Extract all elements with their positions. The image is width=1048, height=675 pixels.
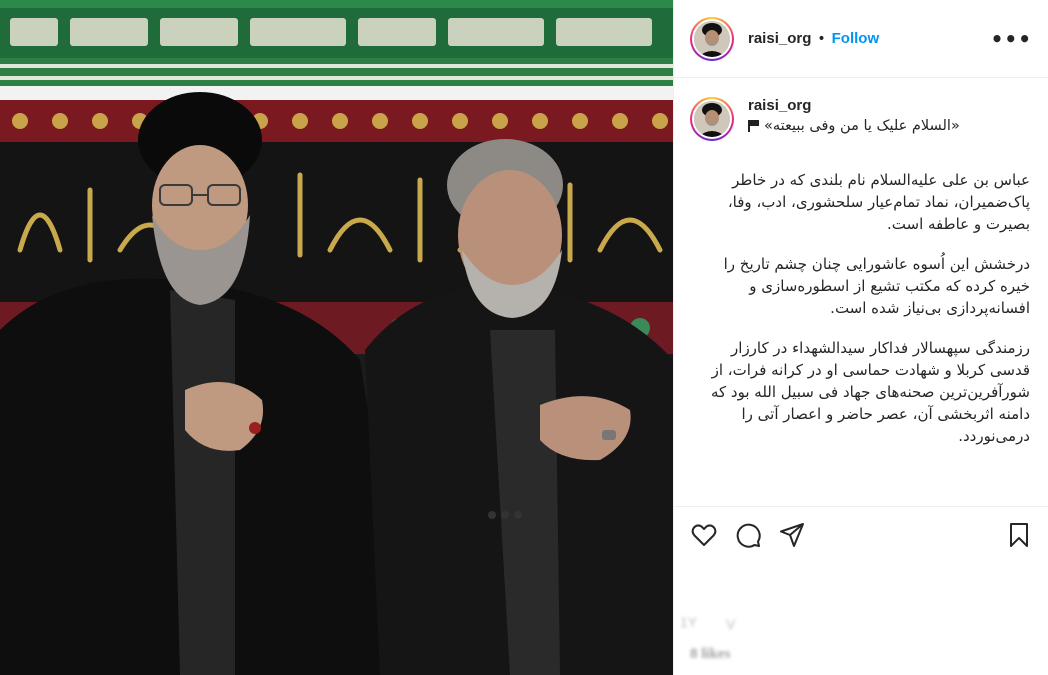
likes-section: 1Y V 8 likes (674, 562, 1048, 675)
follow-button[interactable]: Follow (832, 30, 880, 47)
caption-paragraph: عباس بن علی علیه‌السلام نام بلندی که در … (727, 171, 1030, 233)
avatar-image (694, 20, 730, 57)
caption-paragraph: رزمندگی سپهسالار فداکار سیدالشهداء در کا… (710, 339, 1030, 445)
caption-paragraph: درخشش این اُسوه عاشورایی چنان چشم تاریخ … (723, 255, 1030, 317)
post-photo[interactable] (0, 0, 673, 675)
comment-icon[interactable] (734, 521, 762, 549)
share-icon[interactable] (778, 521, 806, 549)
more-options-icon[interactable]: ••• (991, 29, 1032, 49)
separator-dot: • (817, 30, 826, 47)
avatar[interactable] (690, 16, 734, 61)
username-link[interactable]: raisi_org (748, 30, 811, 47)
caption-header: raisi_org «السلام علیک یا من وفی ببیعته» (690, 95, 1025, 141)
caption-avatar-image (694, 101, 730, 137)
flag-icon (748, 120, 760, 132)
bookmark-icon[interactable] (1005, 521, 1033, 549)
heart-icon[interactable] (690, 521, 718, 549)
action-bar (674, 506, 1048, 562)
caption-username-link[interactable]: raisi_org (748, 97, 960, 114)
likes-count[interactable]: 8 likes (690, 646, 1033, 663)
ghost-text: V (726, 616, 736, 632)
post-header: raisi_org • Follow ••• (674, 0, 1048, 78)
post-side-panel: raisi_org • Follow ••• raisi_org «السلام… (673, 0, 1048, 675)
caption-area[interactable]: raisi_org «السلام علیک یا من وفی ببیعته»… (674, 79, 1048, 506)
caption-first-line: «السلام علیک یا من وفی ببیعته» (748, 118, 960, 134)
ghost-text: 1Y (680, 614, 698, 630)
post-photo-image (0, 0, 673, 675)
caption-avatar[interactable] (690, 97, 734, 141)
caption-first-line-text: «السلام علیک یا من وفی ببیعته» (764, 118, 960, 134)
